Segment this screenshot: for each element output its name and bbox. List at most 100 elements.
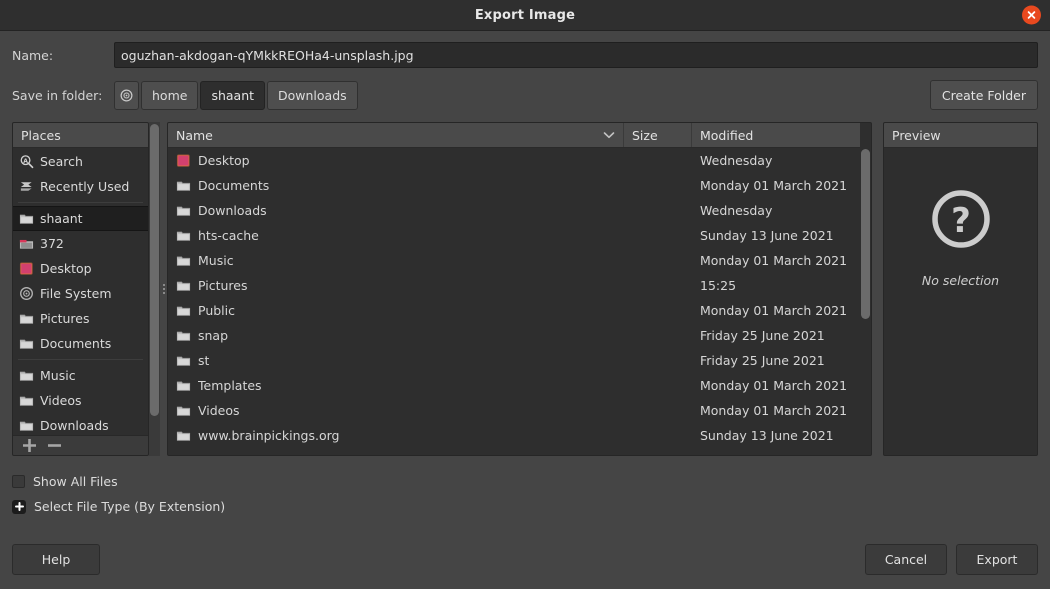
breadcrumb-item-shaant[interactable]: shaant bbox=[200, 81, 265, 110]
folder-row: Save in folder: home shaant Downloa bbox=[12, 80, 1038, 110]
recent-icon bbox=[19, 179, 34, 194]
breadcrumb-item-home[interactable]: home bbox=[141, 81, 198, 110]
pane-splitter[interactable] bbox=[160, 122, 167, 456]
search-icon: A bbox=[19, 154, 34, 169]
places-item-372[interactable]: 372 bbox=[13, 231, 148, 256]
places-item-search[interactable]: ASearch bbox=[13, 149, 148, 174]
places-separator bbox=[18, 359, 143, 360]
places-item-shaant[interactable]: shaant bbox=[13, 206, 148, 231]
cancel-button[interactable]: Cancel bbox=[865, 544, 947, 575]
table-row[interactable]: stFriday 25 June 2021 bbox=[168, 348, 860, 373]
folder-icon bbox=[176, 353, 191, 368]
folder-icon bbox=[176, 278, 191, 293]
select-file-type-expander[interactable]: Select File Type (By Extension) bbox=[12, 494, 1038, 519]
column-header-name-label: Name bbox=[176, 128, 213, 143]
file-list-panel: Name Size Modified DesktopWedne bbox=[167, 122, 872, 456]
name-label: Name: bbox=[12, 48, 114, 63]
places-scrollbar[interactable] bbox=[149, 122, 160, 456]
file-name-label: snap bbox=[198, 328, 228, 343]
table-row[interactable]: TemplatesMonday 01 March 2021 bbox=[168, 373, 860, 398]
svg-text:A: A bbox=[23, 158, 28, 165]
file-modified-cell: Wednesday bbox=[692, 153, 860, 168]
places-item-recently-used[interactable]: Recently Used bbox=[13, 174, 148, 199]
name-row: Name: bbox=[12, 42, 1038, 68]
expander-plus-icon[interactable] bbox=[12, 500, 26, 514]
file-name-label: Music bbox=[198, 253, 234, 268]
minus-icon[interactable] bbox=[48, 439, 61, 452]
file-name-cell: Documents bbox=[168, 178, 624, 193]
select-file-type-label: Select File Type (By Extension) bbox=[34, 499, 225, 514]
show-all-files-option[interactable]: Show All Files bbox=[12, 469, 1038, 494]
table-row[interactable]: DownloadsWednesday bbox=[168, 198, 860, 223]
places-scrollbar-thumb[interactable] bbox=[150, 124, 159, 416]
table-row[interactable]: www.brainpickings.orgSunday 13 June 2021 bbox=[168, 423, 860, 448]
places-item-label: Recently Used bbox=[40, 179, 129, 194]
help-button[interactable]: Help bbox=[12, 544, 100, 575]
file-modified-cell: Sunday 13 June 2021 bbox=[692, 228, 860, 243]
table-row[interactable]: hts-cacheSunday 13 June 2021 bbox=[168, 223, 860, 248]
file-name-label: Pictures bbox=[198, 278, 248, 293]
preview-header: Preview bbox=[884, 123, 1037, 148]
places-item-documents[interactable]: Documents bbox=[13, 331, 148, 356]
close-icon[interactable] bbox=[1022, 6, 1041, 25]
file-modified-cell: Friday 25 June 2021 bbox=[692, 328, 860, 343]
file-name-cell: Desktop bbox=[168, 153, 624, 168]
table-row[interactable]: Documents Monday 01 March 2021 bbox=[168, 173, 860, 198]
places-list: ASearch Recently Used shaant 372 Desktop File… bbox=[13, 148, 148, 435]
file-list-scrollbar-thumb[interactable] bbox=[861, 149, 870, 319]
cancel-label: Cancel bbox=[885, 552, 927, 567]
table-row[interactable]: PublicMonday 01 March 2021 bbox=[168, 298, 860, 323]
table-row[interactable]: Desktop Wednesday bbox=[168, 148, 860, 173]
file-name-cell: Downloads bbox=[168, 203, 624, 218]
places-item-desktop[interactable]: Desktop bbox=[13, 256, 148, 281]
filename-input[interactable] bbox=[114, 42, 1038, 68]
file-modified-cell: 15:25 bbox=[692, 278, 860, 293]
file-list-scrollbar[interactable] bbox=[860, 123, 871, 455]
file-name-label: Downloads bbox=[198, 203, 267, 218]
table-row[interactable]: Pictures 15:25 bbox=[168, 273, 860, 298]
folder-icon bbox=[176, 178, 191, 193]
folder-icon bbox=[176, 378, 191, 393]
titlebar: Export Image bbox=[0, 0, 1050, 31]
desktop-icon bbox=[176, 153, 191, 168]
plus-icon[interactable] bbox=[23, 439, 36, 452]
places-item-label: Videos bbox=[40, 393, 82, 408]
table-row[interactable]: MusicMonday 01 March 2021 bbox=[168, 248, 860, 273]
chevron-down-icon bbox=[603, 131, 615, 139]
disc-icon bbox=[120, 89, 133, 102]
export-button[interactable]: Export bbox=[956, 544, 1038, 575]
show-all-files-checkbox[interactable] bbox=[12, 475, 25, 488]
disc-icon bbox=[19, 286, 34, 301]
places-item-label: shaant bbox=[40, 211, 83, 226]
breadcrumb-item-downloads[interactable]: Downloads bbox=[267, 81, 358, 110]
places-panel: Places ASearch Recently Used shaant 372 Desk… bbox=[12, 122, 149, 456]
create-folder-button[interactable]: Create Folder bbox=[930, 80, 1038, 110]
file-name-cell: Pictures bbox=[168, 278, 624, 293]
preview-panel: Preview ? No selection bbox=[883, 122, 1038, 456]
table-row[interactable]: snap Friday 25 June 2021 bbox=[168, 323, 860, 348]
question-mark-icon: ? bbox=[930, 188, 992, 250]
column-header-size[interactable]: Size bbox=[624, 123, 692, 147]
places-item-videos[interactable]: Videos bbox=[13, 388, 148, 413]
desktop-icon bbox=[19, 261, 34, 276]
column-header-modified[interactable]: Modified bbox=[692, 123, 860, 147]
file-name-cell: snap bbox=[168, 328, 624, 343]
folder-icon bbox=[176, 428, 191, 443]
column-header-name[interactable]: Name bbox=[168, 123, 624, 147]
places-item-music[interactable]: Music bbox=[13, 363, 148, 388]
breadcrumb: home shaant Downloads bbox=[114, 81, 358, 110]
breadcrumb-item-filesystem[interactable] bbox=[114, 81, 139, 110]
places-item-file-system[interactable]: File System bbox=[13, 281, 148, 306]
places-item-pictures[interactable]: Pictures bbox=[13, 306, 148, 331]
places-item-label: Documents bbox=[40, 336, 111, 351]
places-item-label: Desktop bbox=[40, 261, 92, 276]
window-title: Export Image bbox=[475, 8, 575, 23]
places-item-label: Downloads bbox=[40, 418, 109, 433]
table-row[interactable]: VideosMonday 01 March 2021 bbox=[168, 398, 860, 423]
breadcrumb-label: home bbox=[152, 88, 187, 103]
places-item-downloads[interactable]: Downloads bbox=[13, 413, 148, 435]
places-footer bbox=[13, 435, 148, 455]
places-header: Places bbox=[13, 123, 148, 148]
file-modified-cell: Monday 01 March 2021 bbox=[692, 178, 860, 193]
folder-icon bbox=[19, 311, 34, 326]
